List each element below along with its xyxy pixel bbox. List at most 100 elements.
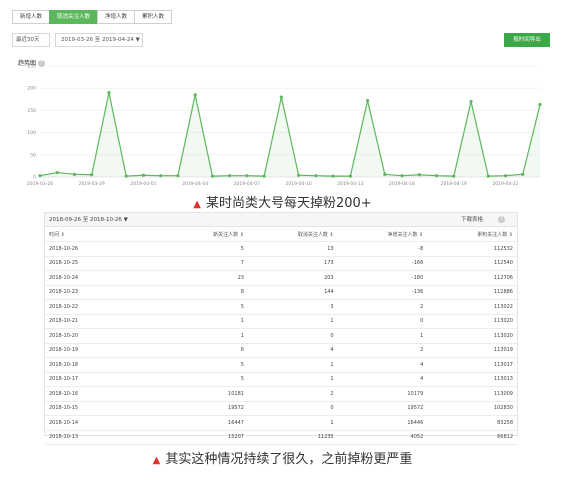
caption-bottom: ▲ 其实这种情况持续了很久，之前掉粉更严重 [0,448,565,467]
x-tick-label: 2019-04-16 [389,181,415,187]
table-cell: 0 [337,314,428,329]
table-row: 2018-10-17 5 1 4 113013 [45,372,517,387]
chart-title: 趋势图? [18,58,46,67]
data-point[interactable] [279,95,283,99]
y-tick-label: 150 [27,108,36,114]
column-header[interactable]: 净增关注人数 ⇕ [337,227,428,242]
table-cell: 2018-10-13 [45,430,159,445]
table-cell: 4 [337,357,428,373]
table-cell: 5 [158,241,248,257]
table-cell: 13 [247,241,338,257]
table-cell: 1 [158,314,248,329]
export-button[interactable]: 按时间导出 [504,33,550,47]
table-cell: 2018-10-22 [45,299,159,315]
help-icon[interactable]: ? [498,216,505,223]
column-header[interactable]: 时间 ⇕ [45,227,159,242]
table-cell: 5 [158,357,248,373]
x-tick-label: 2019-04-22 [492,181,518,187]
table-row: 2018-10-18 5 1 4 113017 [45,357,517,373]
table-cell: -136 [337,285,428,300]
data-point[interactable] [469,99,473,104]
data-point[interactable] [193,93,197,97]
data-point[interactable] [245,174,249,178]
table-cell: 113017 [427,357,517,373]
x-tick-label: 2019-04-07 [234,181,260,187]
table-cell: -166 [337,256,428,271]
table-row: 2018-10-16 10181 2 10179 113009 [45,386,517,402]
table-cell: 19572 [158,401,248,416]
column-header[interactable]: 取消关注人数 ⇕ [247,227,338,242]
red-triangle-icon: ▲ [193,199,201,210]
tab-2[interactable]: 净增人数 [97,10,136,24]
caption-text: 其实这种情况持续了很久，之前掉粉更严重 [165,452,413,467]
range-select[interactable]: 最近30天 [12,33,50,47]
data-point[interactable] [400,174,404,178]
table-row: 2018-10-23 8 144 -136 112886 [45,285,517,300]
table-row: 2018-10-13 15207 11235 4052 66812 [45,430,517,445]
data-point[interactable] [521,172,525,176]
data-point[interactable] [72,172,77,176]
data-point[interactable] [331,174,335,178]
data-point[interactable] [434,174,439,178]
data-point[interactable] [503,174,508,178]
table-cell: 2018-10-16 [45,386,159,402]
table-cell: 113009 [427,386,517,402]
data-point[interactable] [90,173,94,177]
metric-tabs: 新增人数 取消关注人数 净增人数 累积人数 [12,10,173,24]
data-point[interactable] [176,174,180,178]
tab-1[interactable]: 取消关注人数 [49,10,99,24]
table-cell: -8 [337,241,428,257]
table-cell: 2018-10-24 [45,270,159,286]
tab-0[interactable]: 新增人数 [12,10,51,24]
table-cell: 1 [158,328,248,344]
data-point[interactable] [228,174,232,178]
table-row: 2018-10-19 6 4 2 113019 [45,343,517,358]
table-row: 2018-10-14 16447 1 16446 83258 [45,415,517,431]
data-point[interactable] [314,174,318,178]
download-table-link[interactable]: 下载表格 [461,213,483,227]
table-cell: 3 [247,299,338,315]
data-point[interactable] [124,174,128,178]
table-cell: 11235 [247,430,338,445]
table-cell: 1 [247,415,338,431]
data-point[interactable] [38,174,42,178]
table-cell: 2 [337,299,428,315]
data-point[interactable] [486,174,490,178]
table-cell: 112886 [427,285,517,300]
x-tick-label: 2019-04-13 [337,181,363,187]
data-point[interactable] [210,174,215,178]
analytics-panel: 新增人数 取消关注人数 净增人数 累积人数 最近30天 2019-03-26 至 20… [12,10,552,187]
data-point[interactable] [107,91,111,95]
table-cell: 2018-10-18 [45,357,159,373]
data-point[interactable] [383,172,387,176]
table-cell: 2 [337,343,428,358]
date-range-picker[interactable]: 2019-03-26 至 2019-04-24 ▼ [55,33,143,47]
y-tick-label: 200 [27,86,36,92]
x-tick-label: 2019-04-19 [441,181,467,187]
table-cell: 15207 [158,430,248,445]
data-point[interactable] [452,174,456,178]
data-point[interactable] [538,103,542,107]
table-date-range[interactable]: 2018-09-26 至 2018-10-26 ▼ [49,213,128,227]
column-header[interactable]: 新关注人数 ⇕ [158,227,248,242]
red-triangle-icon: ▲ [152,455,161,466]
help-icon[interactable]: ? [38,60,46,67]
y-tick-label: 50 [30,152,36,158]
data-point[interactable] [348,174,352,178]
data-point[interactable] [365,99,370,103]
table-cell: 113022 [427,299,517,315]
data-point[interactable] [262,174,266,178]
table-header-row: 时间 ⇕ 新关注人数 ⇕ 取消关注人数 ⇕ 净增关注人数 ⇕ 累积关注人数 ⇕ [45,227,517,242]
data-point[interactable] [141,173,146,177]
table-cell: 16447 [158,415,248,431]
trend-chart: 趋势图? 250 200 150 100 50 0 2019-03-26 2019-03-29… [12,52,552,187]
data-point[interactable] [159,174,163,178]
table-cell: 203 [247,270,338,286]
data-point[interactable] [55,170,59,175]
tab-3[interactable]: 累积人数 [134,10,173,24]
column-header[interactable]: 累积关注人数 ⇕ [427,227,517,242]
table-toolbar: 2018-09-26 至 2018-10-26 ▼ 下载表格 ? [45,213,517,227]
data-point[interactable] [297,173,301,177]
data-table-panel: 2018-09-26 至 2018-10-26 ▼ 下载表格 ? 时间 ⇕ 新关注… [44,212,518,445]
data-point[interactable] [417,173,421,177]
